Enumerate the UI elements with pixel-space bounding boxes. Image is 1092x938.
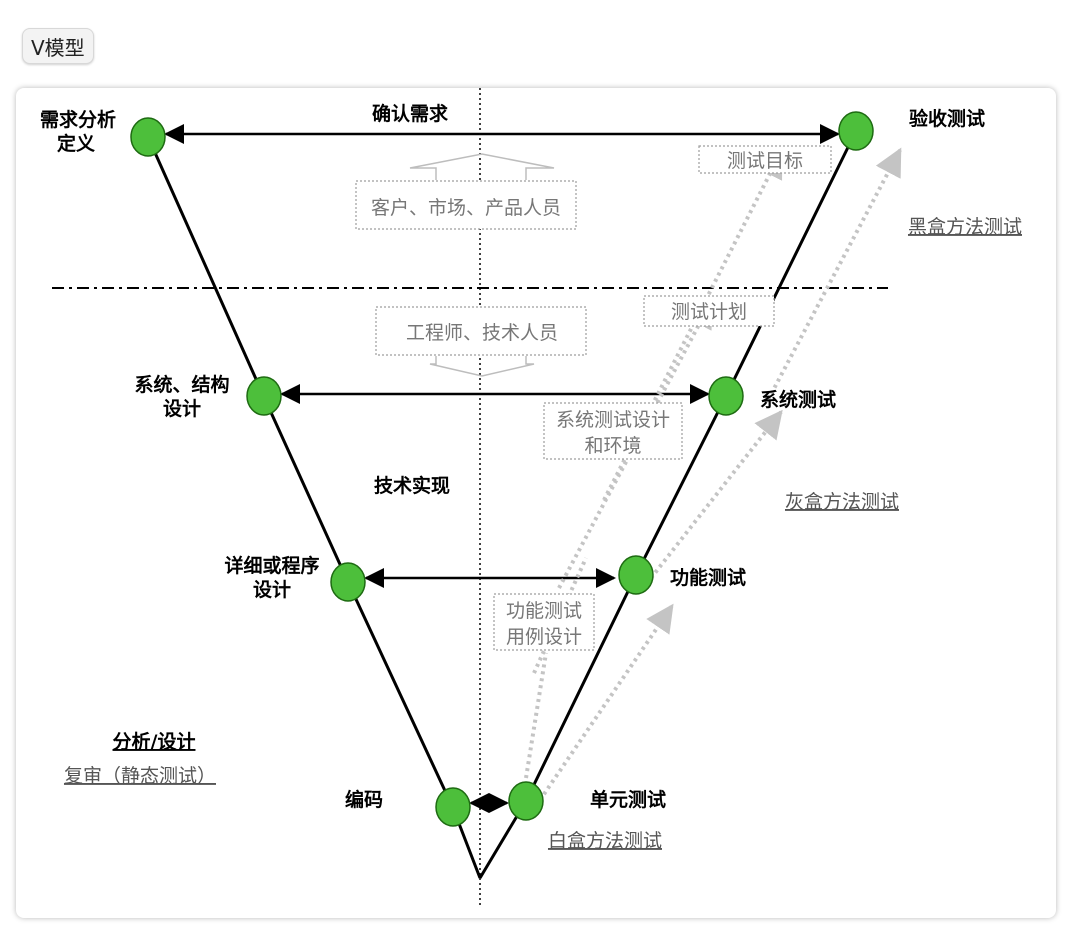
label-confirm: 确认需求 xyxy=(372,102,449,125)
system-test-design-line2: 和环境 xyxy=(584,435,641,457)
label-requirements-1: 需求分析 xyxy=(40,108,116,131)
label-acceptance: 验收测试 xyxy=(909,107,985,130)
label-black-box: 黑盒方法测试 xyxy=(908,216,1022,238)
node-coding xyxy=(435,787,471,827)
label-review-title: 分析/设计 xyxy=(113,730,196,753)
dotted-arrow-black-box xyxy=(766,147,902,401)
v-model-tag-label: V模型 xyxy=(31,35,85,60)
label-system-design-2: 设计 xyxy=(163,398,201,420)
label-review-subtitle: 复审（静态测试） xyxy=(64,765,216,787)
v-model-diagram: 客户、市场、产品人员 工程师、技术人员 测试目标 测试计划 系统测试设计 和环境… xyxy=(40,88,1022,908)
label-white-box: 白盒方法测试 xyxy=(548,830,662,852)
label-system-design-1: 系统、结构 xyxy=(134,373,229,396)
stakeholder-label: 客户、市场、产品人员 xyxy=(371,197,561,219)
label-unit-test: 单元测试 xyxy=(590,788,666,811)
label-gray-box: 灰盒方法测试 xyxy=(785,491,899,513)
engineer-label: 工程师、技术人员 xyxy=(406,322,558,344)
label-requirements-2: 定义 xyxy=(57,132,95,155)
function-case-line2: 用例设计 xyxy=(506,626,582,648)
label-system-test: 系统测试 xyxy=(760,388,836,411)
node-system-test xyxy=(708,376,744,416)
engineer-arrow xyxy=(429,356,535,377)
node-system-design xyxy=(246,376,282,416)
stakeholder-arrow xyxy=(409,153,555,180)
node-detailed-design xyxy=(330,562,366,602)
node-function-test xyxy=(618,555,654,595)
label-coding: 编码 xyxy=(345,788,383,811)
function-case-line1: 功能测试 xyxy=(506,600,582,622)
label-function-test: 功能测试 xyxy=(670,566,746,589)
label-detailed-design-1: 详细或程序 xyxy=(224,554,319,577)
label-implementation: 技术实现 xyxy=(374,474,450,497)
v-model-tag: V模型 xyxy=(22,28,94,64)
test-goal-label: 测试目标 xyxy=(727,150,803,172)
diagram-card: 客户、市场、产品人员 工程师、技术人员 测试目标 测试计划 系统测试设计 和环境… xyxy=(16,88,1056,918)
node-acceptance xyxy=(838,111,874,151)
test-plan-label: 测试计划 xyxy=(671,301,747,323)
system-test-design-line1: 系统测试设计 xyxy=(556,409,670,431)
node-unit-test xyxy=(508,781,544,821)
label-detailed-design-2: 设计 xyxy=(253,579,291,601)
node-requirements xyxy=(130,117,166,157)
